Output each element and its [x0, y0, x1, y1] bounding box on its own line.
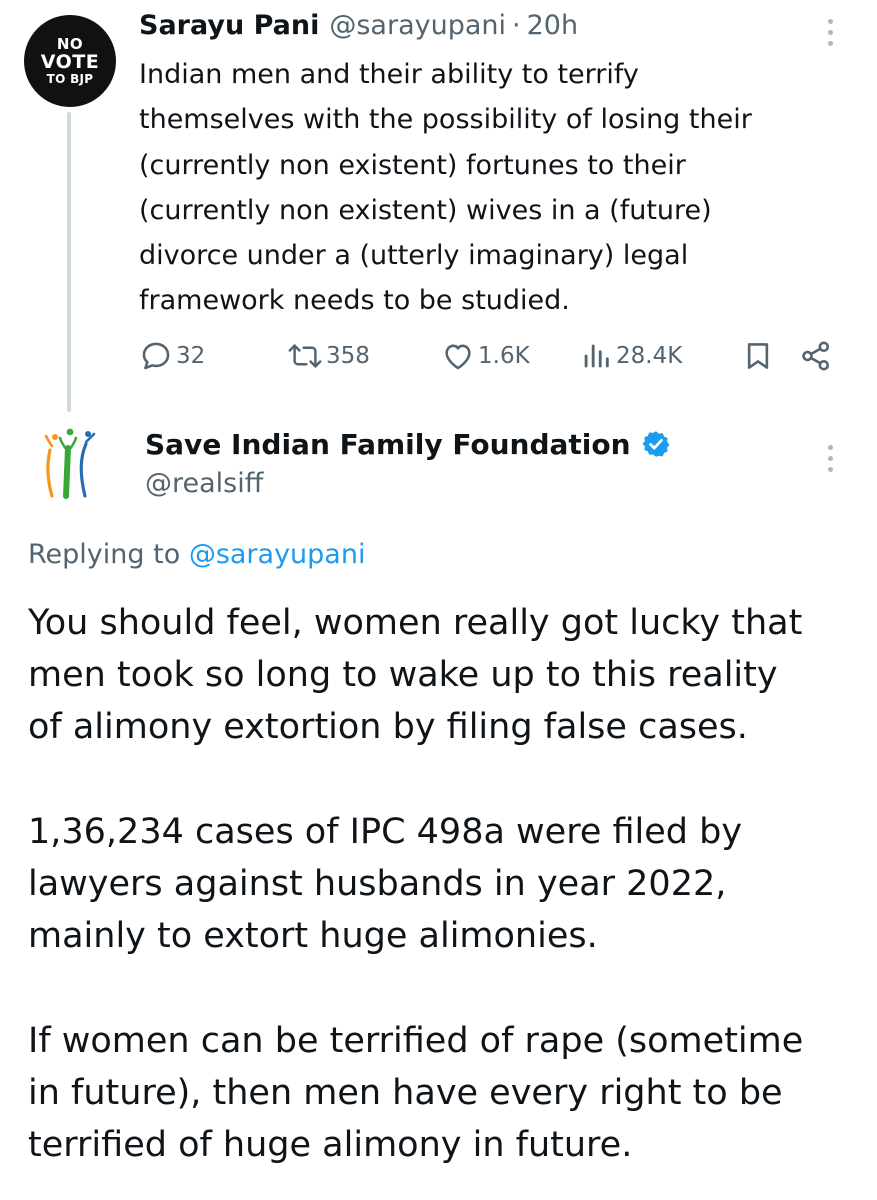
author-name-row: Save Indian Family Foundation [145, 424, 671, 464]
avatar-text-line3: TO BJP [46, 72, 94, 86]
tweet-timestamp[interactable]: 20h [527, 6, 578, 46]
verified-badge-icon [642, 431, 670, 457]
replying-to-mention-link[interactable]: @sarayupani [189, 539, 366, 570]
thread-connector-line [67, 112, 71, 412]
views-button[interactable]: 28.4K [579, 336, 682, 376]
retweet-icon [288, 344, 322, 368]
avatar-text-line2: VOTE [40, 51, 100, 73]
author-handle[interactable]: @realsiff [145, 465, 263, 503]
author-handle[interactable]: @sarayupani [329, 6, 506, 46]
replying-to-label: Replying to [28, 539, 181, 570]
tweet-actions: 32 358 1.6K 28.4K [139, 336, 839, 376]
retweet-count: 358 [326, 343, 370, 369]
share-icon [802, 341, 830, 371]
family-foundation-logo-icon [44, 428, 96, 499]
like-count: 1.6K [478, 343, 530, 369]
bookmark-icon [747, 343, 769, 369]
tweet-text: Indian men and their ability to terrify … [139, 59, 752, 317]
bookmark-button[interactable] [743, 336, 773, 376]
separator-dot: · [512, 10, 521, 41]
tweet-header: Sarayu Pani @sarayupani · 20h [139, 6, 578, 46]
replying-to: Replying to @sarayupani [28, 535, 365, 575]
avatar[interactable]: NO VOTE TO BJP [24, 15, 116, 107]
retweet-button[interactable]: 358 [287, 336, 370, 376]
views-icon [584, 344, 609, 368]
tweet-text: You should feel, women really got lucky … [28, 603, 804, 1166]
reply-count: 32 [176, 343, 206, 369]
avatar[interactable] [36, 426, 102, 500]
more-icon[interactable] [822, 438, 838, 478]
like-button[interactable]: 1.6K [441, 336, 530, 376]
views-count: 28.4K [616, 343, 683, 369]
avatar-text-line1: NO [56, 35, 84, 53]
share-button[interactable] [799, 336, 833, 376]
author-name[interactable]: Sarayu Pani [139, 6, 319, 46]
more-icon[interactable] [822, 12, 838, 52]
reply-icon [142, 342, 170, 370]
reply-button[interactable]: 32 [139, 336, 205, 376]
like-icon [445, 344, 471, 370]
author-name[interactable]: Save Indian Family Foundation [145, 428, 631, 461]
